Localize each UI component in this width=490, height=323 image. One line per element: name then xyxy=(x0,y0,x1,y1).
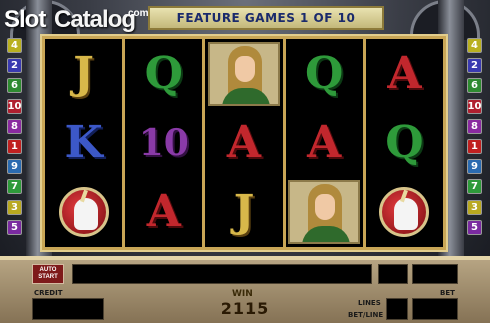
bet-line-label: BET/LINE xyxy=(348,311,384,319)
line-button-right-4[interactable]: 4 xyxy=(467,38,482,53)
reel-1: JK xyxy=(45,39,123,247)
line-button-right-7[interactable]: 7 xyxy=(467,179,482,195)
reel-cell: 10 xyxy=(125,108,202,177)
reel-4: QA xyxy=(285,39,363,247)
symbol-j: J xyxy=(233,186,255,238)
reel-grid: J K Q 10 A A J Q A A Q xyxy=(40,34,448,252)
logo-catalog: Catalog xyxy=(54,6,136,33)
bet-display-top xyxy=(412,264,458,284)
line-button-left-5[interactable]: 5 xyxy=(7,219,22,235)
line-button-left-1[interactable]: 1 xyxy=(7,138,22,154)
logo-slot: Slot xyxy=(4,6,46,33)
lines-label: LINES xyxy=(358,299,381,307)
line-button-left-9[interactable]: 9 xyxy=(7,159,22,175)
bet-label: BET xyxy=(440,289,455,297)
line-button-right-10[interactable]: 10 xyxy=(467,98,482,114)
watermark-logo: Slot Catalog com xyxy=(4,6,154,36)
credit-display xyxy=(32,298,104,320)
line-button-left-8[interactable]: 8 xyxy=(7,118,22,134)
symbol-10: 10 xyxy=(138,121,189,164)
symbol-q: Q xyxy=(385,116,424,168)
reel-cell: Q xyxy=(125,39,202,108)
lines-display xyxy=(386,298,408,320)
line-button-left-4[interactable]: 4 xyxy=(7,38,22,53)
maiden-symbol xyxy=(207,41,280,106)
symbol-q: Q xyxy=(144,47,183,99)
unicorn-symbol xyxy=(58,187,109,238)
logo-com: com xyxy=(128,8,149,19)
line-button-left-6[interactable]: 6 xyxy=(7,78,22,94)
line-button-left-3[interactable]: 3 xyxy=(7,199,22,215)
reel-cell: Q xyxy=(286,39,363,108)
reel-cell xyxy=(205,39,282,108)
reel-cell: K xyxy=(45,108,122,177)
reel-cell: Q xyxy=(366,108,443,177)
line-button-left-7[interactable]: 7 xyxy=(7,179,22,195)
lines-display-top xyxy=(378,264,408,284)
reel-cell xyxy=(286,178,363,247)
line-button-right-6[interactable]: 6 xyxy=(467,78,482,94)
left-line-buttons: 4 2 6 10 8 1 9 7 3 5 xyxy=(7,38,23,240)
reel-cell xyxy=(366,178,443,247)
right-line-buttons: 4 2 6 10 8 1 9 7 3 5 xyxy=(467,38,483,240)
symbol-q: Q xyxy=(305,47,344,99)
reel-2: Q 10 A xyxy=(125,39,203,247)
line-button-left-10[interactable]: 10 xyxy=(7,98,22,114)
reel-3: AJ xyxy=(205,39,283,247)
win-amount: 2115 xyxy=(220,299,270,318)
autostart-button[interactable]: AUTO START xyxy=(32,264,64,284)
line-button-right-9[interactable]: 9 xyxy=(467,159,482,175)
message-display xyxy=(72,264,372,284)
reel-5: AQ xyxy=(365,39,443,247)
symbol-a: A xyxy=(146,186,181,238)
feature-games-banner: FEATURE GAMES 1 OF 10 xyxy=(148,6,384,30)
line-button-right-8[interactable]: 8 xyxy=(467,118,482,134)
reel-cell: A xyxy=(366,39,443,108)
symbol-j: J xyxy=(73,47,94,99)
symbol-a: A xyxy=(387,47,422,99)
reel-cell: J xyxy=(45,39,122,108)
reel-cell xyxy=(45,178,122,247)
reel-cell: A xyxy=(125,178,202,247)
reel-cell: A xyxy=(205,108,282,177)
credit-label: CREDIT xyxy=(34,289,63,297)
reel-cell: A xyxy=(286,108,363,177)
line-button-right-3[interactable]: 3 xyxy=(467,199,482,215)
win-label: WIN xyxy=(232,289,253,299)
bet-display xyxy=(412,298,458,320)
symbol-a: A xyxy=(307,116,342,168)
line-button-right-1[interactable]: 1 xyxy=(467,138,482,154)
line-button-left-2[interactable]: 2 xyxy=(7,58,22,74)
symbol-a: A xyxy=(226,116,262,168)
maiden-symbol xyxy=(288,180,361,245)
line-button-right-2[interactable]: 2 xyxy=(467,58,482,74)
unicorn-symbol xyxy=(379,187,430,238)
reel-cell: J xyxy=(205,178,282,247)
symbol-k: K xyxy=(64,116,103,168)
line-button-right-5[interactable]: 5 xyxy=(467,219,482,235)
